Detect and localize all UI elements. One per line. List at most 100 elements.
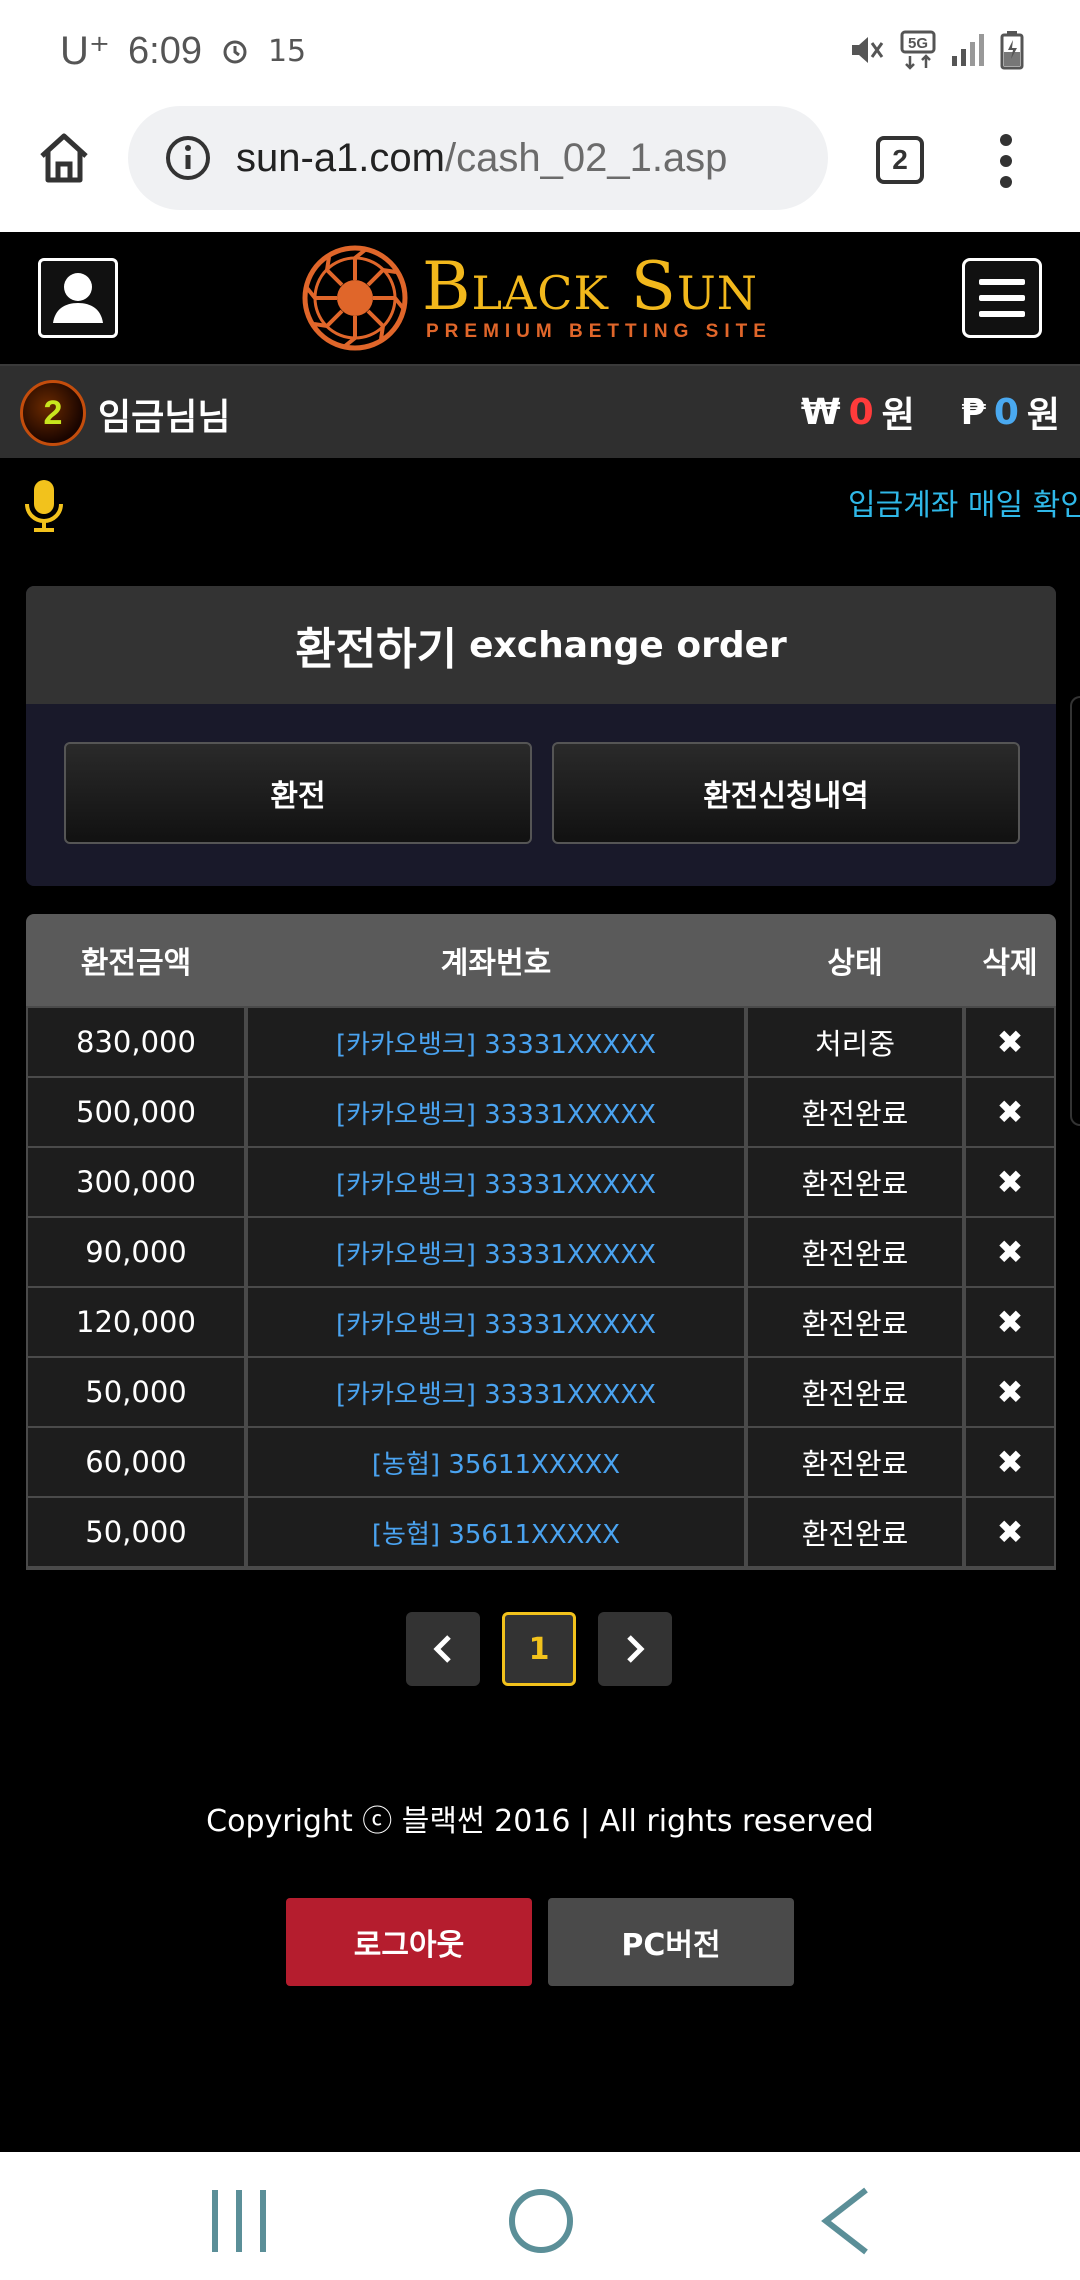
point-balance-unit: 원: [1026, 395, 1060, 436]
table-row: 50,000 [카카오뱅크] 33331XXXXX 환전완료 ✖: [26, 1356, 1056, 1426]
black-sun-emblem-icon: [302, 245, 408, 351]
svg-text:5G: 5G: [908, 35, 928, 52]
status-cell: 처리중: [748, 1008, 962, 1076]
user-profile-button[interactable]: [38, 258, 118, 338]
site-logo[interactable]: Black Sun PREMIUM BETTING SITE: [300, 242, 780, 354]
point-balance: ₱ 0 원: [961, 386, 1060, 438]
pc-version-button[interactable]: PC버전: [548, 1898, 794, 1986]
delete-icon[interactable]: ✖: [966, 1008, 1054, 1076]
site-header: Black Sun PREMIUM BETTING SITE: [0, 232, 1080, 364]
balances: ₩ 0 원 ₱ 0 원: [801, 386, 1060, 438]
hamburger-menu-button[interactable]: [962, 258, 1042, 338]
amount-cell: 300,000: [28, 1148, 244, 1216]
delete-icon[interactable]: ✖: [966, 1358, 1054, 1426]
user-icon: [53, 273, 103, 323]
prev-page-button[interactable]: [406, 1612, 480, 1686]
exchange-button[interactable]: 환전: [64, 742, 532, 844]
address-bar[interactable]: sun-a1.com/cash_02_1.asp: [128, 106, 828, 210]
status-bar: U⁺ 6:09 15 5G: [0, 0, 1080, 100]
status-cell: 환전완료: [748, 1218, 962, 1286]
delete-icon[interactable]: ✖: [966, 1428, 1054, 1496]
microphone-icon: [25, 480, 63, 532]
account-cell[interactable]: [농협] 35611XXXXX: [248, 1498, 744, 1566]
username: 임금님님: [98, 397, 231, 438]
exchange-history-button[interactable]: 환전신청내역: [552, 742, 1020, 844]
point-balance-value: 0: [993, 391, 1019, 433]
delete-icon[interactable]: ✖: [966, 1288, 1054, 1356]
pagination: 1: [406, 1612, 672, 1686]
hamburger-line: [979, 311, 1025, 317]
panel-title: 환전하기 exchange order: [26, 586, 1056, 704]
amount-cell: 120,000: [28, 1288, 244, 1356]
more-options-icon[interactable]: [998, 132, 1014, 190]
status-cell: 환전완료: [748, 1148, 962, 1216]
mute-icon: [852, 37, 884, 63]
delete-icon[interactable]: ✖: [966, 1498, 1054, 1566]
recent-apps-icon[interactable]: [204, 2186, 274, 2256]
signal-icon: [952, 34, 984, 66]
home-icon[interactable]: [36, 130, 92, 186]
table-row: 60,000 [농협] 35611XXXXX 환전완료 ✖: [26, 1426, 1056, 1496]
account-cell[interactable]: [카카오뱅크] 33331XXXXX: [248, 1148, 744, 1216]
level-badge: 2: [20, 380, 86, 446]
status-cell: 환전완료: [748, 1078, 962, 1146]
table-row: 300,000 [카카오뱅크] 33331XXXXX 환전완료 ✖: [26, 1146, 1056, 1216]
page-button-current[interactable]: 1: [502, 1612, 576, 1686]
status-cell: 환전완료: [748, 1498, 962, 1566]
delete-icon[interactable]: ✖: [966, 1078, 1054, 1146]
alarm-count: 15: [267, 33, 307, 69]
user-info-bar: 2 임금님님 ₩ 0 원 ₱ 0 원: [0, 364, 1080, 458]
home-nav-icon[interactable]: [506, 2186, 576, 2256]
5g-icon: 5G: [900, 30, 936, 70]
account-cell[interactable]: [카카오뱅크] 33331XXXXX: [248, 1078, 744, 1146]
cash-balance-unit: 원: [881, 395, 915, 436]
info-icon[interactable]: [164, 134, 212, 182]
clock: 6:09: [128, 29, 202, 72]
alarm-icon: [223, 40, 247, 64]
carrier-label: U⁺: [60, 29, 110, 73]
column-header-account: 계좌번호: [440, 946, 552, 981]
account-cell[interactable]: [카카오뱅크] 33331XXXXX: [248, 1288, 744, 1356]
exchange-history-table: 환전금액 계좌번호 상태 삭제 830,000 [카카오뱅크] 33331XXXX…: [26, 914, 1056, 1570]
exchange-panel: 환전하기 exchange order 환전 환전신청내역: [26, 586, 1056, 886]
level-number: 2: [43, 393, 63, 432]
column-header-amount: 환전금액: [80, 946, 192, 981]
logout-button[interactable]: 로그아웃: [286, 1898, 532, 1986]
cash-balance: ₩ 0 원: [801, 386, 915, 438]
amount-cell: 50,000: [28, 1358, 244, 1426]
tab-switcher-button[interactable]: 2: [876, 136, 924, 184]
table-header: 환전금액 계좌번호 상태 삭제: [26, 914, 1056, 1006]
column-header-delete: 삭제: [982, 946, 1038, 981]
hamburger-line: [979, 279, 1025, 285]
chevron-right-icon: [627, 1635, 645, 1663]
point-symbol: ₱: [960, 391, 986, 433]
account-cell[interactable]: [카카오뱅크] 33331XXXXX: [248, 1008, 744, 1076]
account-cell[interactable]: [카카오뱅크] 33331XXXXX: [248, 1218, 744, 1286]
browser-toolbar: sun-a1.com/cash_02_1.asp 2: [0, 100, 1080, 232]
delete-icon[interactable]: ✖: [966, 1218, 1054, 1286]
url-path: /cash_02_1.asp: [444, 135, 728, 180]
notice-marquee-text: 입금계좌 매일 확인: [848, 488, 1080, 523]
account-cell[interactable]: [카카오뱅크] 33331XXXXX: [248, 1358, 744, 1426]
table-row: 120,000 [카카오뱅크] 33331XXXXX 환전완료 ✖: [26, 1286, 1056, 1356]
logo-subtitle: PREMIUM BETTING SITE: [426, 321, 772, 342]
hamburger-line: [979, 295, 1025, 301]
delete-icon[interactable]: ✖: [966, 1148, 1054, 1216]
chevron-left-icon: [433, 1635, 451, 1663]
scroll-indicator[interactable]: [1070, 696, 1080, 1126]
back-nav-icon[interactable]: [812, 2186, 882, 2256]
next-page-button[interactable]: [598, 1612, 672, 1686]
panel-title-ko: 환전하기: [295, 624, 458, 675]
amount-cell: 50,000: [28, 1498, 244, 1566]
battery-icon: [1000, 31, 1024, 70]
column-header-status: 상태: [827, 946, 883, 981]
amount-cell: 830,000: [28, 1008, 244, 1076]
amount-cell: 90,000: [28, 1218, 244, 1286]
status-cell: 환전완료: [748, 1428, 962, 1496]
table-row: 50,000 [농협] 35611XXXXX 환전완료 ✖: [26, 1496, 1056, 1566]
table-row: 90,000 [카카오뱅크] 33331XXXXX 환전완료 ✖: [26, 1216, 1056, 1286]
table-row: 830,000 [카카오뱅크] 33331XXXXX 처리중 ✖: [26, 1006, 1056, 1076]
won-symbol: ₩: [800, 391, 841, 433]
notice-bar: 입금계좌 매일 확인: [0, 458, 1080, 548]
account-cell[interactable]: [농협] 35611XXXXX: [248, 1428, 744, 1496]
